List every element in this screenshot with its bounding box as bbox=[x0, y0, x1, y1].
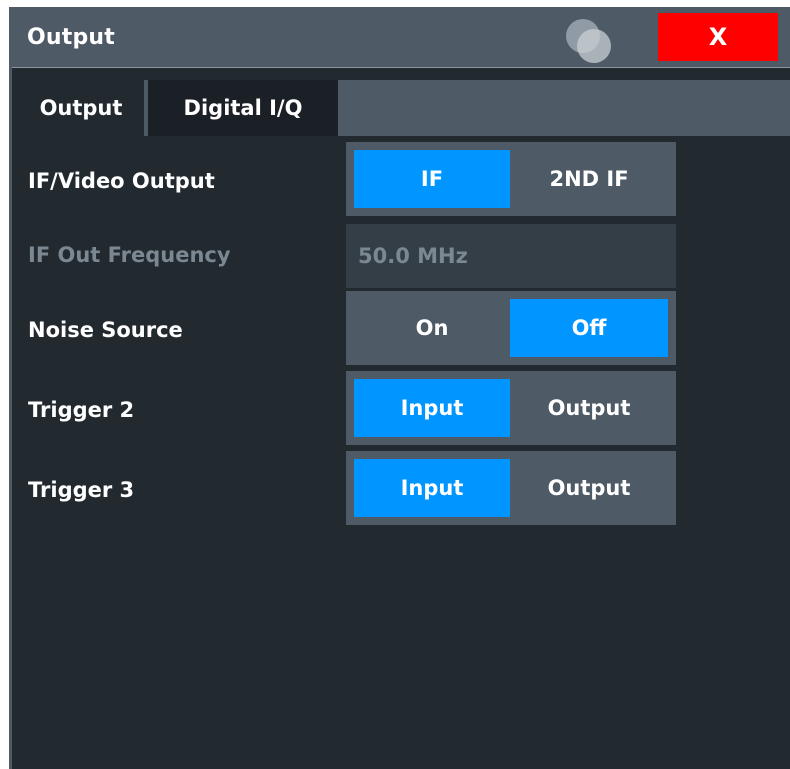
trigger-3-label: Trigger 3 bbox=[28, 478, 135, 502]
trigger-2-input-option[interactable]: Input bbox=[354, 379, 510, 437]
if-out-frequency-field[interactable]: 50.0 MHz bbox=[346, 224, 676, 288]
dialog-title: Output bbox=[27, 25, 116, 50]
logo-icon bbox=[566, 19, 611, 63]
trigger-3-input-option[interactable]: Input bbox=[354, 459, 510, 517]
2nd-if-option[interactable]: 2ND IF bbox=[510, 150, 668, 208]
if-video-output-toggle: IF 2ND IF bbox=[346, 142, 676, 216]
noise-source-label: Noise Source bbox=[28, 318, 183, 342]
close-icon: X bbox=[708, 23, 728, 51]
if-video-output-label: IF/Video Output bbox=[28, 169, 215, 193]
if-out-frequency-label: IF Out Frequency bbox=[28, 243, 231, 267]
tab-output[interactable]: Output bbox=[18, 80, 144, 136]
title-bar[interactable]: Output X bbox=[9, 7, 790, 67]
tab-bar: Output Digital I/Q bbox=[18, 80, 790, 136]
noise-on-option[interactable]: On bbox=[354, 299, 510, 357]
tab-digital-iq[interactable]: Digital I/Q bbox=[148, 80, 338, 136]
trigger-2-toggle: Input Output bbox=[346, 371, 676, 445]
trigger-2-label: Trigger 2 bbox=[28, 398, 135, 422]
if-option[interactable]: IF bbox=[354, 150, 510, 208]
noise-off-option[interactable]: Off bbox=[510, 299, 668, 357]
noise-source-toggle: On Off bbox=[346, 291, 676, 365]
dialog-body: Output Digital I/Q IF/Video Output IF 2N… bbox=[12, 67, 790, 769]
output-dialog: Output X Output Digital I/Q IF/Video Out… bbox=[9, 7, 790, 769]
trigger-2-output-option[interactable]: Output bbox=[510, 379, 668, 437]
trigger-3-output-option[interactable]: Output bbox=[510, 459, 668, 517]
close-button[interactable]: X bbox=[658, 13, 778, 61]
trigger-3-toggle: Input Output bbox=[346, 451, 676, 525]
